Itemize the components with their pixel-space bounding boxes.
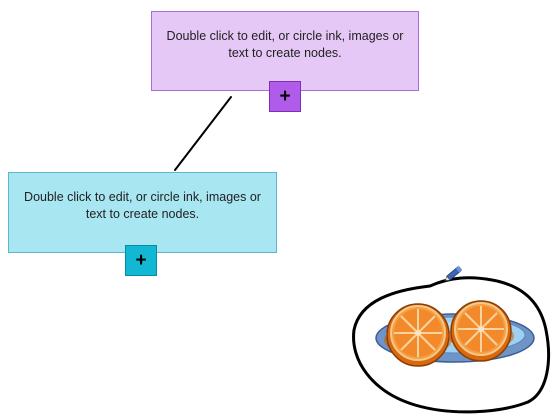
node-cyan-text: Double click to edit, or circle ink, ima… bbox=[24, 189, 261, 221]
connector-line bbox=[174, 96, 232, 171]
pen-icon bbox=[444, 265, 463, 282]
node-cyan[interactable]: Double click to edit, or circle ink, ima… bbox=[8, 172, 277, 253]
plus-icon: + bbox=[135, 249, 147, 271]
add-child-button-purple[interactable]: + bbox=[269, 81, 301, 112]
mind-map-canvas[interactable]: Double click to edit, or circle ink, ima… bbox=[0, 0, 551, 418]
plus-icon: + bbox=[279, 85, 291, 107]
node-purple[interactable]: Double click to edit, or circle ink, ima… bbox=[151, 11, 419, 91]
add-child-button-cyan[interactable]: + bbox=[125, 245, 157, 276]
node-purple-text: Double click to edit, or circle ink, ima… bbox=[166, 29, 404, 60]
